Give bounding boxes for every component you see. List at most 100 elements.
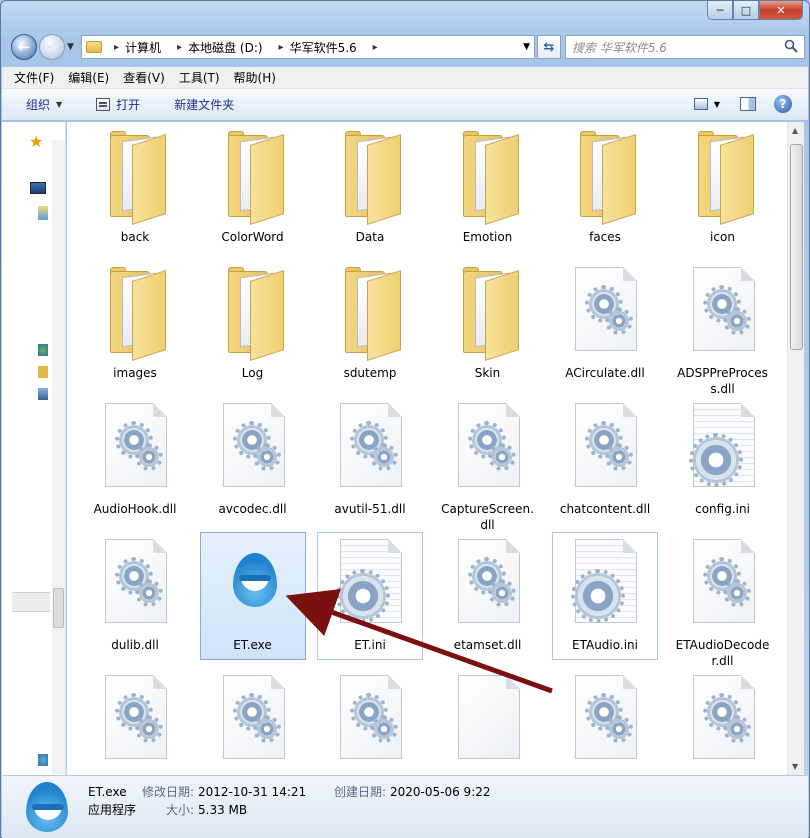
- file-item[interactable]: etaus.bin: [435, 668, 541, 775]
- file-item[interactable]: ETComm.dll: [552, 668, 658, 775]
- file-item[interactable]: back: [82, 124, 188, 252]
- file-item[interactable]: images: [82, 260, 188, 388]
- file-item[interactable]: ET.ini: [317, 532, 423, 660]
- details-size-value: 5.33 MB: [198, 803, 248, 817]
- view-controls: ▼ ?: [693, 95, 792, 113]
- file-name-label: Data: [355, 230, 385, 244]
- file-item[interactable]: CaptureScreen.dll: [435, 396, 541, 532]
- back-button[interactable]: ←: [11, 34, 37, 60]
- libraries-icon[interactable]: [38, 206, 48, 220]
- folder-icon: [461, 131, 519, 225]
- close-button[interactable]: ✕: [759, 1, 803, 20]
- menu-bar: 文件(F) 编辑(E) 查看(V) 工具(T) 帮助(H): [2, 67, 808, 89]
- preview-pane-icon[interactable]: [740, 97, 756, 111]
- file-item[interactable]: dulib.dll: [82, 532, 188, 660]
- folder-icon: [343, 131, 401, 225]
- file-name-label: faces: [589, 230, 621, 244]
- open-button[interactable]: 打开: [96, 96, 140, 113]
- gear-file-icon: [101, 403, 171, 489]
- address-dropdown-icon[interactable]: ▼: [523, 42, 530, 52]
- file-item[interactable]: ETAudio.ini: [552, 532, 658, 660]
- file-item[interactable]: Emotion: [435, 124, 541, 252]
- search-input[interactable]: 搜索 华军软件5.6: [565, 35, 805, 59]
- file-item[interactable]: ETAudioEncoder.dll: [82, 668, 188, 775]
- new-folder-button[interactable]: 新建文件夹: [174, 96, 234, 113]
- file-item[interactable]: Skin: [435, 260, 541, 388]
- menu-edit[interactable]: 编辑(E): [68, 69, 109, 86]
- app-icon: [227, 553, 283, 613]
- file-item[interactable]: icon: [670, 124, 776, 252]
- file-name-label: config.ini: [695, 502, 750, 516]
- gear-file-icon: [454, 539, 524, 625]
- file-item[interactable]: ETCore.dll: [670, 668, 776, 775]
- gear-file-icon: [336, 675, 406, 761]
- new-folder-label: 新建文件夹: [174, 98, 235, 112]
- file-item[interactable]: ETAudioDecoder.dll: [670, 532, 776, 668]
- folder-icon[interactable]: [38, 366, 48, 378]
- file-name-label: icon: [710, 230, 735, 244]
- navpane-scroll-thumb[interactable]: [53, 588, 64, 628]
- file-item[interactable]: ETAudioEncoder3.dll: [317, 668, 423, 775]
- file-item[interactable]: faces: [552, 124, 658, 252]
- computer-icon[interactable]: [38, 388, 48, 400]
- change-view-icon[interactable]: [693, 98, 708, 110]
- menu-help[interactable]: 帮助(H): [234, 69, 276, 86]
- file-name-label: ACirculate.dll: [565, 366, 645, 380]
- folder-icon: [226, 131, 284, 225]
- file-name-label: chatcontent.dll: [559, 502, 651, 516]
- chevron-down-icon[interactable]: ▼: [714, 100, 720, 109]
- file-item[interactable]: ETAudioEncoder2.dll: [200, 668, 306, 775]
- breadcrumb-computer[interactable]: 计算机: [125, 39, 161, 56]
- details-file-name: ET.exe: [88, 785, 127, 799]
- forward-button[interactable]: →: [39, 34, 65, 60]
- file-item[interactable]: Log: [200, 260, 306, 388]
- breadcrumb-current-folder[interactable]: 华军软件5.6: [290, 39, 357, 56]
- menu-file[interactable]: 文件(F): [14, 69, 54, 86]
- network-globe-icon[interactable]: [38, 754, 48, 766]
- menu-view[interactable]: 查看(V): [123, 69, 165, 86]
- recent-pages-dropdown[interactable]: ▼: [67, 42, 74, 52]
- file-item[interactable]: ACirculate.dll: [552, 260, 658, 388]
- vertical-scrollbar[interactable]: ▲ ▼: [787, 122, 804, 775]
- desktop-icon[interactable]: [30, 182, 46, 194]
- open-label: 打开: [116, 98, 141, 112]
- gear-file-icon: [689, 539, 759, 625]
- file-name-label: ETAudioDecoder.dll: [675, 638, 770, 668]
- settings-file-icon: [688, 403, 759, 489]
- scroll-up-icon[interactable]: ▲: [792, 126, 798, 135]
- file-item[interactable]: Data: [317, 124, 423, 252]
- file-item[interactable]: avcodec.dll: [200, 396, 306, 524]
- file-item[interactable]: ColorWord: [200, 124, 306, 252]
- file-item[interactable]: ADSPPreProcess.dll: [670, 260, 776, 396]
- organize-button[interactable]: 组织 ▼: [26, 96, 62, 113]
- favorites-star-icon[interactable]: ★: [29, 132, 43, 151]
- folder-icon: [343, 267, 401, 361]
- file-name-label: etamset.dll: [453, 638, 522, 652]
- file-item[interactable]: config.ini: [670, 396, 776, 524]
- arrow-left-icon: ←: [17, 38, 31, 56]
- navpane-scrollbar[interactable]: [52, 140, 65, 774]
- folder-icon: [578, 131, 636, 225]
- network-icon[interactable]: [38, 344, 48, 356]
- scroll-thumb[interactable]: [790, 144, 803, 350]
- address-bar[interactable]: ▸ 计算机 ▸ 本地磁盘 (D:) ▸ 华军软件5.6 ▸ ▼: [81, 35, 535, 59]
- navpane-splitter[interactable]: [12, 592, 50, 612]
- breadcrumb-local-disk[interactable]: 本地磁盘 (D:): [188, 39, 262, 56]
- file-item[interactable]: AudioHook.dll: [82, 396, 188, 524]
- file-item[interactable]: ET.exe: [199, 532, 306, 660]
- file-item[interactable]: etamset.dll: [435, 532, 541, 660]
- search-icon[interactable]: [784, 39, 798, 53]
- maximize-button[interactable]: □: [733, 1, 759, 20]
- file-item[interactable]: sdutemp: [317, 260, 423, 388]
- file-name-label: Emotion: [462, 230, 513, 244]
- help-icon[interactable]: ?: [774, 95, 792, 113]
- file-item[interactable]: avutil-51.dll: [317, 396, 423, 524]
- file-item[interactable]: chatcontent.dll: [552, 396, 658, 524]
- file-name-label: back: [120, 230, 150, 244]
- refresh-button[interactable]: ⇆: [537, 35, 561, 59]
- chevron-right-icon: ▸: [372, 41, 378, 53]
- file-name-label: Skin: [474, 366, 501, 380]
- minimize-button[interactable]: ─: [707, 1, 733, 20]
- menu-tools[interactable]: 工具(T): [179, 69, 220, 86]
- scroll-down-icon[interactable]: ▼: [792, 762, 798, 771]
